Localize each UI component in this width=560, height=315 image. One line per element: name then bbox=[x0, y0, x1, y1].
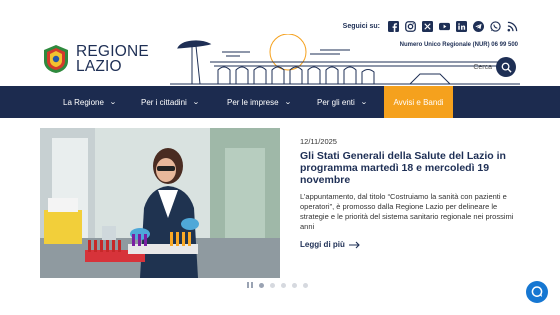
carousel-controls bbox=[247, 282, 308, 288]
nav-label: La Regione bbox=[63, 97, 104, 107]
x-icon[interactable] bbox=[422, 21, 433, 32]
article-summary: L’appuntamento, dal titolo “Costruiamo l… bbox=[300, 192, 514, 231]
search-icon bbox=[501, 62, 512, 73]
nav-label: Per gli enti bbox=[317, 97, 355, 107]
search-button[interactable] bbox=[496, 57, 516, 77]
article-title[interactable]: Gli Stati Generali della Salute del Lazi… bbox=[300, 150, 522, 186]
read-more-link[interactable]: Leggi di più bbox=[300, 240, 522, 249]
nav-label: Per le imprese bbox=[227, 97, 279, 107]
chevron-down-icon: ⌄ bbox=[359, 99, 368, 106]
youtube-icon[interactable] bbox=[439, 21, 450, 32]
read-more-label: Leggi di più bbox=[300, 240, 345, 249]
nav-item-per-gli-enti[interactable]: Per gli enti ⌄ bbox=[317, 86, 368, 118]
main-nav: La Regione ⌄ Per i cittadini ⌄ Per le im… bbox=[0, 86, 560, 118]
carousel-dot-3[interactable] bbox=[281, 282, 286, 288]
instagram-icon[interactable] bbox=[405, 21, 416, 32]
news-photo[interactable] bbox=[40, 128, 280, 278]
facebook-icon[interactable] bbox=[388, 21, 399, 32]
nav-label: Per i cittadini bbox=[141, 97, 187, 107]
nav-item-la-regione[interactable]: La Regione ⌄ bbox=[63, 86, 117, 118]
chat-bubble-icon bbox=[531, 286, 543, 297]
nur-phone-number[interactable]: Numero Unico Regionale (NUR) 06 99 500 bbox=[400, 42, 518, 48]
carousel-dot-5[interactable] bbox=[303, 282, 308, 288]
brand-line-1: REGIONE bbox=[76, 43, 149, 60]
regione-lazio-emblem-icon bbox=[42, 44, 70, 74]
chat-button[interactable] bbox=[526, 281, 548, 303]
nav-item-per-i-cittadini[interactable]: Per i cittadini ⌄ bbox=[141, 86, 200, 118]
linkedin-icon[interactable] bbox=[456, 21, 467, 32]
whatsapp-icon[interactable] bbox=[490, 21, 501, 32]
social-label: Seguici su: bbox=[342, 23, 380, 30]
carousel-dot-2[interactable] bbox=[270, 282, 275, 288]
site-header: REGIONE LAZIO Seguici su: Numero Unico R… bbox=[0, 0, 560, 86]
chevron-down-icon: ⌄ bbox=[191, 99, 200, 106]
arrow-right-icon bbox=[348, 241, 360, 248]
nav-item-avvisi-e-bandi[interactable]: Avvisi e Bandi bbox=[384, 86, 453, 118]
brand-line-2: LAZIO bbox=[76, 58, 122, 75]
rss-icon[interactable] bbox=[507, 21, 518, 32]
search-label[interactable]: Cerca bbox=[473, 64, 492, 71]
nav-item-per-le-imprese[interactable]: Per le imprese ⌄ bbox=[227, 86, 292, 118]
carousel-dot-1[interactable] bbox=[259, 282, 264, 288]
pause-icon[interactable] bbox=[247, 282, 253, 288]
article-date: 12/11/2025 bbox=[300, 137, 337, 146]
carousel-dot-4[interactable] bbox=[292, 282, 297, 288]
nav-label: Avvisi e Bandi bbox=[393, 97, 444, 107]
telegram-icon[interactable] bbox=[473, 21, 484, 32]
chevron-down-icon: ⌄ bbox=[283, 99, 292, 106]
site-logo[interactable]: REGIONE LAZIO bbox=[42, 44, 149, 74]
news-article: 12/11/2025 Gli Stati Generali della Salu… bbox=[300, 137, 522, 249]
chevron-down-icon: ⌄ bbox=[109, 99, 117, 106]
social-links: Seguici su: bbox=[343, 21, 518, 32]
